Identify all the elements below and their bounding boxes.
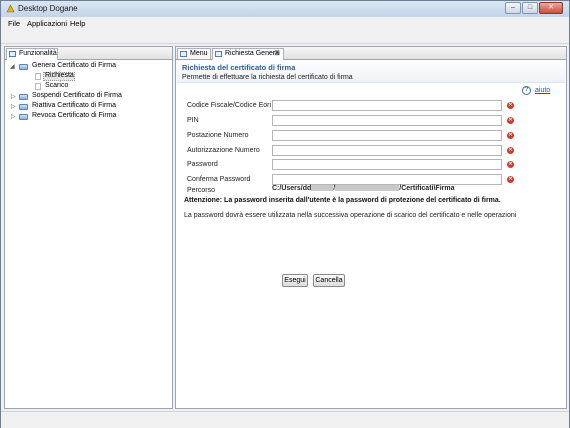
percorso-label: Percorso [187,187,216,194]
tree-item-richiesta[interactable]: Richiesta [45,72,74,79]
error-icon: ✕ [507,161,514,168]
window-title: Desktop Dogane [18,4,78,13]
tab-menu-label: Menu [190,50,208,57]
error-icon: ✕ [507,147,514,154]
menu-applicazioni[interactable]: Applicazioni [27,19,67,28]
error-icon: ✕ [507,132,514,139]
pin-input[interactable] [272,115,502,126]
esegui-button[interactable]: Esegui [282,274,308,287]
panel-icon [215,51,222,57]
form-description: Permette di effettuare la richiesta del … [182,74,353,81]
redacted-block [335,185,400,192]
tree-item-sospendi[interactable]: Sospendi Certificato di Firma [32,92,122,99]
tab-close-icon[interactable]: ⊠ [274,49,280,59]
error-icon: ✕ [507,176,514,183]
title-bar: Desktop Dogane – □ ✕ [1,1,569,17]
postazione-label: Postazione Numero [187,132,249,139]
menu-file[interactable]: File [8,19,20,28]
form-header: Richiesta del certificato di firma Perme… [177,60,565,83]
autorizzazione-label: Autorizzazione Numero [187,147,260,154]
expand-arrow-icon[interactable]: ▷ [11,113,16,120]
error-icon: ✕ [507,102,514,109]
conferma-password-input[interactable] [272,174,502,185]
minimize-button[interactable]: – [505,2,521,14]
expand-arrow-icon[interactable]: ▷ [11,93,16,100]
tab-richiesta-label: Richiesta Genera [225,50,280,57]
toolbar [1,31,569,44]
close-button[interactable]: ✕ [539,2,563,14]
form-title: Richiesta del certificato di firma [182,63,296,72]
left-tabbar: Funzionalità [5,47,172,60]
path-prefix: C:/Users/dd [272,185,312,192]
file-icon [35,73,41,80]
redacted-block [311,185,334,192]
conferma-password-label: Conferma Password [187,176,251,183]
app-icon [6,4,15,13]
tab-funzionalita-label: Funzionalità [19,50,57,57]
expand-arrow-icon[interactable]: ▷ [11,103,16,110]
password-input[interactable] [272,159,502,170]
cancella-button[interactable]: Cancella [313,274,345,287]
folder-icon [19,114,28,120]
status-bar [1,411,569,428]
file-icon [35,83,41,90]
folder-open-icon [19,64,28,70]
right-tabbar: Menu Richiesta Genera ⊠ [176,47,566,60]
autorizzazione-input[interactable] [272,145,502,156]
codice-fiscale-label: Codice Fiscale/Codice Eori [187,102,272,109]
menu-bar: File Applicazioni Help [1,18,569,30]
codice-fiscale-input[interactable] [272,100,502,111]
tree-item-scarico[interactable]: Scarico [45,82,68,89]
tree-item-genera[interactable]: Genera Certificato di Firma [32,62,116,69]
help-link-group[interactable]: ? aiuto [522,86,550,95]
password-label: Password [187,161,218,168]
app-window: Desktop Dogane – □ ✕ File Applicazioni H… [0,0,570,428]
help-link[interactable]: aiuto [535,87,550,94]
funzionalita-panel: Funzionalità ◢ Genera Certificato di Fir… [4,46,173,409]
help-icon[interactable]: ? [522,86,531,95]
folder-icon [19,94,28,100]
path-suffix: /Certificati\Firma [399,185,455,192]
panel-icon [180,51,187,57]
percorso-value: C:/Users/dd//Certificati\Firma [272,185,455,192]
tab-richiesta-genera[interactable]: Richiesta Genera ⊠ [212,48,284,60]
menu-help[interactable]: Help [70,19,85,28]
tree-item-riattiva[interactable]: Riattiva Certificato di Firma [32,102,116,109]
richiesta-panel: Menu Richiesta Genera ⊠ Richiesta del ce… [175,46,567,409]
maximize-button[interactable]: □ [522,2,538,14]
folder-icon [19,104,28,110]
postazione-input[interactable] [272,130,502,141]
tree-item-revoca[interactable]: Revoca Certificato di Firma [32,112,116,119]
password-warning: Attenzione: La password inserita dall'ut… [184,197,501,204]
collapse-arrow-icon[interactable]: ◢ [10,63,15,70]
password-note: La password dovrà essere utilizzata nell… [184,212,517,219]
error-icon: ✕ [507,117,514,124]
panel-icon [9,51,16,57]
tab-menu[interactable]: Menu [177,48,211,59]
tab-funzionalita[interactable]: Funzionalità [6,48,58,60]
pin-label: PIN [187,117,199,124]
